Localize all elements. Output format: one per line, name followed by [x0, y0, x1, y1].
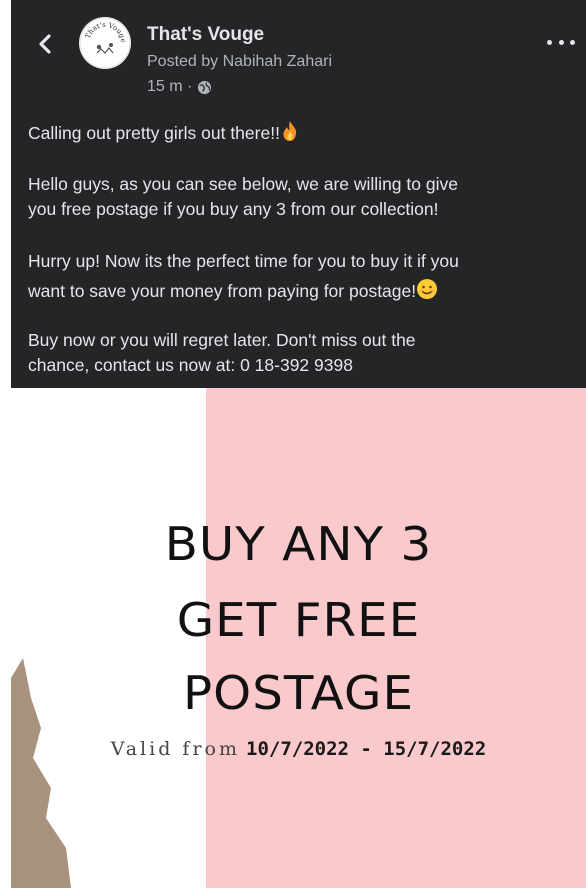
page-avatar[interactable]: That's Vouge — [79, 17, 131, 69]
globe-icon — [198, 80, 212, 94]
avatar-logo: That's Vouge — [79, 17, 131, 69]
post-paragraph-4: Buy now or you will regret later. Don't … — [28, 328, 578, 378]
post-paragraph-1: Calling out pretty girls out there!! — [28, 120, 578, 149]
flyer-headline-line-1: BUY ANY 3 — [164, 517, 433, 571]
paragraph-line: you free postage if you buy any 3 from o… — [28, 199, 439, 219]
post-time-text: 15 m · — [147, 78, 193, 95]
more-dots-icon — [547, 39, 552, 45]
smiling-face-emoji — [416, 278, 438, 309]
valid-dates: 10/7/2022 - 15/7/2022 — [246, 738, 487, 760]
paragraph-line: want to save your money from paying for … — [28, 281, 417, 301]
paragraph-line: chance, contact us now at: 0 18-392 9398 — [28, 355, 353, 375]
promo-flyer-image[interactable]: BUY ANY 3 GET FREE POSTAGE Valid from 10… — [11, 388, 586, 888]
chevron-left-icon — [39, 34, 51, 54]
flyer-headline-line-3: POSTAGE — [182, 666, 415, 720]
post-header-card: That's Vouge That's Vouge Posted by Nabi… — [11, 0, 586, 388]
valid-from-label: Valid from — [110, 738, 240, 760]
paragraph-line: Buy now or you will regret later. Don't … — [28, 330, 416, 350]
fire-emoji — [280, 120, 300, 149]
post-paragraph-2: Hello guys, as you can see below, we are… — [28, 172, 578, 222]
post-paragraph-3: Hurry up! Now its the perfect time for y… — [28, 246, 578, 309]
frame-margin — [0, 0, 11, 888]
more-options-button[interactable] — [547, 32, 575, 52]
flyer-headline-line-2: GET FREE — [176, 593, 421, 647]
post-timestamp: 15 m · — [147, 78, 212, 96]
paragraph-text: Calling out pretty girls out there!! — [28, 123, 280, 143]
back-button[interactable] — [31, 30, 59, 58]
posted-by-label[interactable]: Posted by Nabihah Zahari — [147, 53, 332, 71]
paragraph-line: Hello guys, as you can see below, we are… — [28, 174, 458, 194]
page-name[interactable]: That's Vouge — [147, 24, 264, 46]
paragraph-line: Hurry up! Now its the perfect time for y… — [28, 251, 459, 271]
flyer-validity: Valid from 10/7/2022 - 15/7/2022 — [11, 738, 586, 760]
